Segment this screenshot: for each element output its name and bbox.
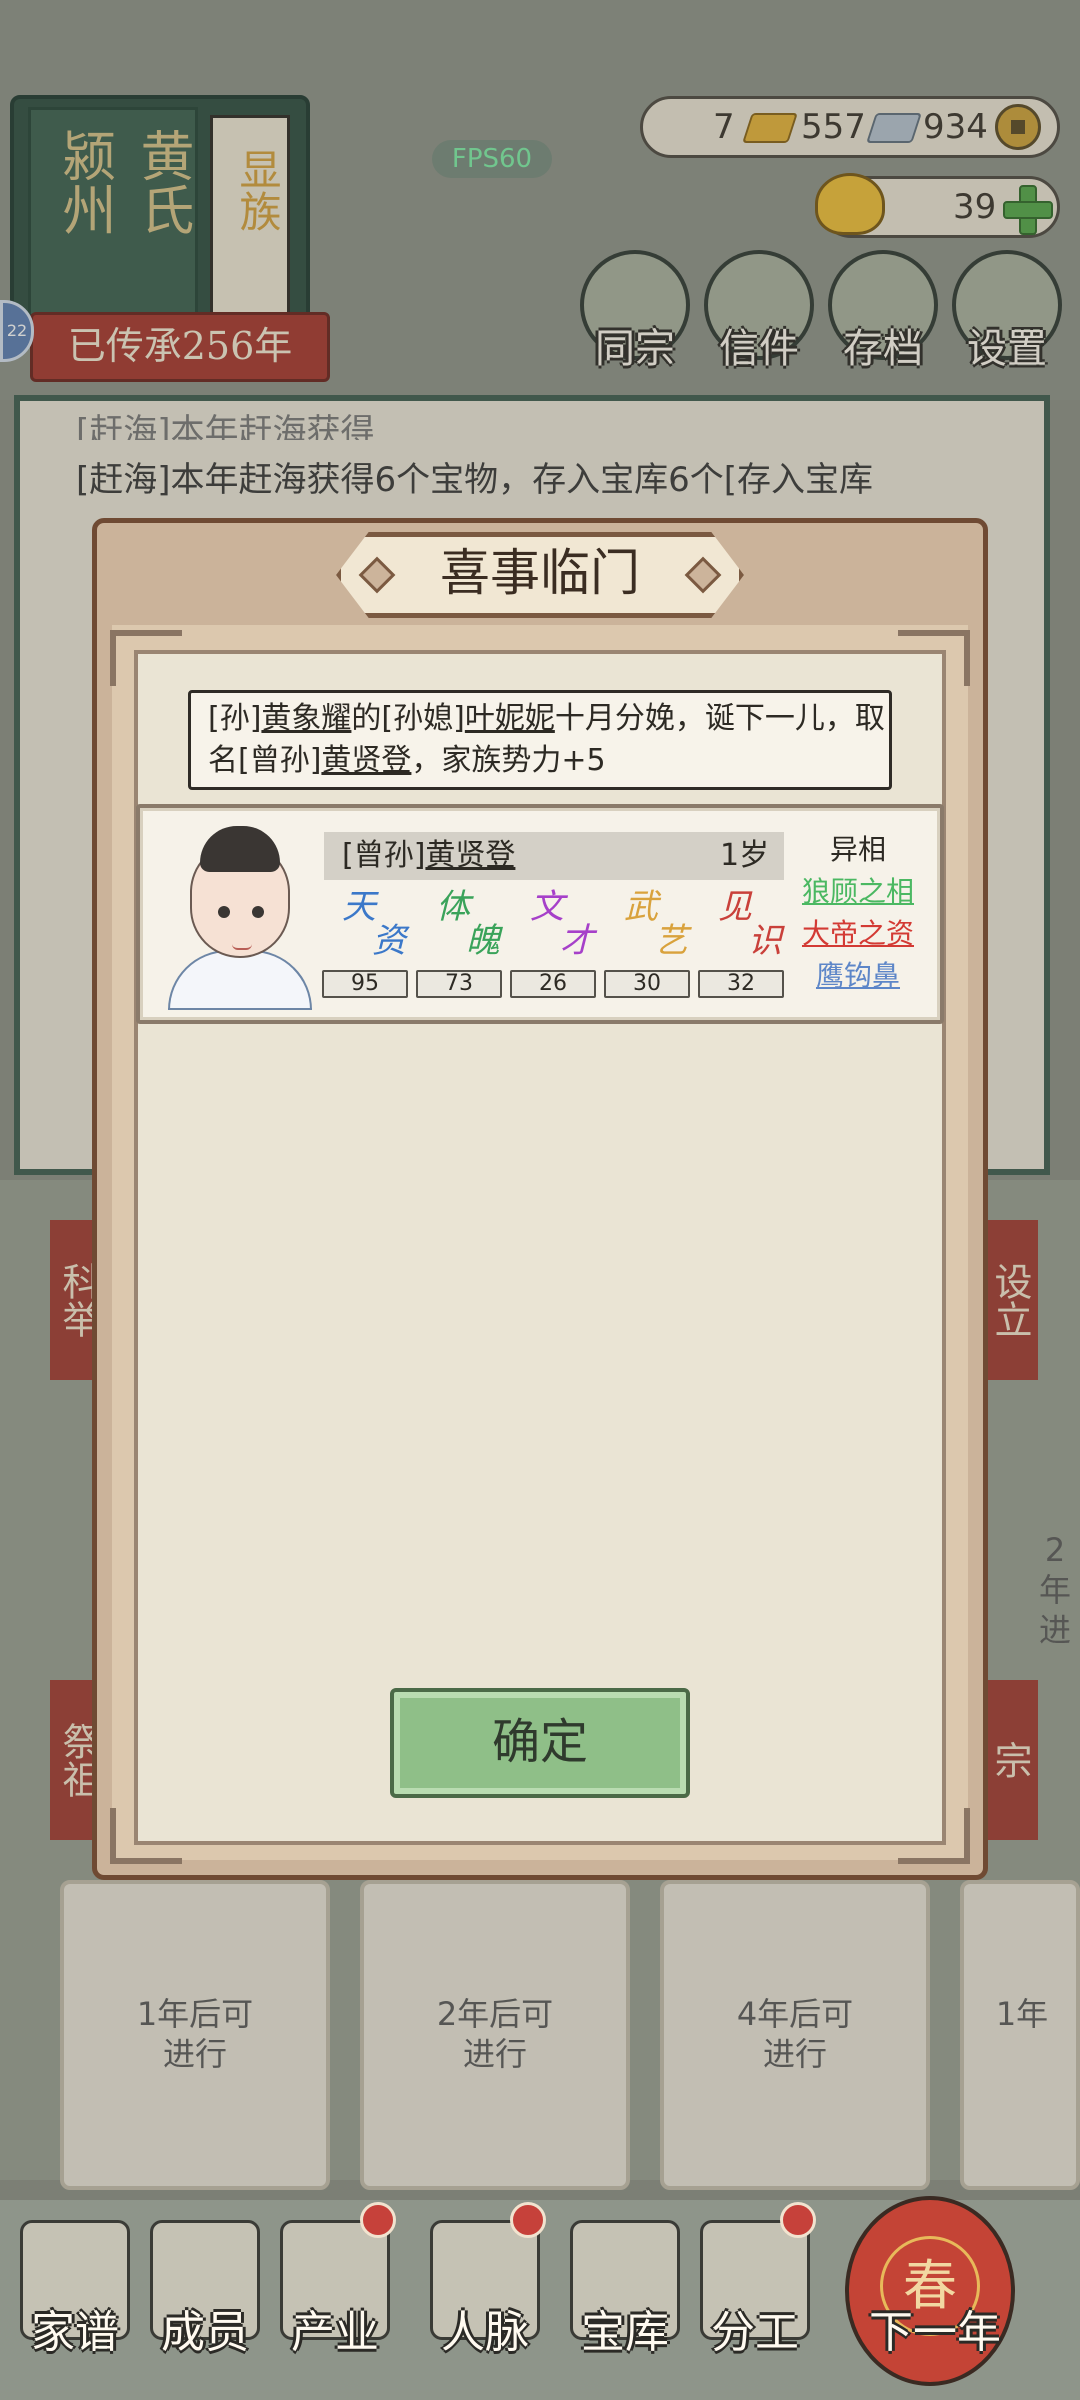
avatar-hair (200, 826, 280, 872)
attr-char: 识 (748, 921, 782, 961)
attr-char: 体 (436, 887, 470, 927)
attr-char: 天 (342, 887, 376, 927)
newborn-name: 黄贤登 (425, 838, 516, 873)
event-text-part: ，家族势力+5 (411, 743, 606, 778)
nav-treasury[interactable]: 宝库 (560, 2200, 690, 2400)
nav-label: 人脉 (441, 2307, 529, 2358)
nav-members[interactable]: 成员 (140, 2200, 270, 2400)
trait-item[interactable]: 鹰钩鼻 (790, 958, 926, 994)
attr-value-literary: 26 (510, 970, 596, 998)
traits-heading: 异相 (829, 833, 886, 866)
nav-label: 下一年 (869, 2307, 1001, 2358)
attr-value-martial: 30 (604, 970, 690, 998)
grandson-name[interactable]: 黄象耀 (261, 701, 351, 736)
frame-corner (110, 630, 182, 686)
frame-corner (110, 1808, 182, 1864)
confirm-button[interactable]: 确定 (390, 1688, 690, 1798)
newborn-title: [曾孙]黄贤登 (342, 834, 515, 878)
attr-label-martial: 武 艺 (610, 890, 700, 964)
nav-label: 宝库 (581, 2307, 669, 2358)
avatar-mouth (232, 944, 252, 950)
notification-dot (780, 2202, 816, 2238)
attr-value-talent: 95 (322, 970, 408, 998)
avatar-robe (168, 950, 312, 1010)
attr-label-physique: 体 魄 (422, 890, 512, 964)
frame-corner (898, 630, 970, 686)
attr-char: 见 (718, 887, 752, 927)
avatar-eye (218, 906, 230, 918)
newborn-avatar (168, 826, 312, 1010)
nav-next-year[interactable]: 下一年 (850, 2200, 1020, 2400)
nav-industry[interactable]: 产业 (270, 2200, 400, 2400)
trait-item[interactable]: 大帝之资 (790, 916, 926, 952)
attr-char: 文 (530, 887, 564, 927)
attr-label-literary: 文 才 (516, 890, 606, 964)
attr-char: 才 (560, 921, 594, 961)
attr-char: 魄 (466, 921, 500, 961)
notification-dot (510, 2202, 546, 2238)
newborn-age: 1岁 (720, 838, 770, 873)
nav-label: 分工 (711, 2307, 799, 2358)
nav-label: 产业 (291, 2307, 379, 2358)
newborn-name-link[interactable]: 黄贤登 (321, 743, 411, 778)
attr-label-insight: 见 识 (704, 890, 794, 964)
attr-value-insight: 32 (698, 970, 784, 998)
frame-corner (898, 1808, 970, 1864)
notification-dot (360, 2202, 396, 2238)
event-text-part: 的[孙媳] (351, 701, 465, 736)
attr-label-talent: 天 资 (328, 890, 418, 964)
avatar-eye (252, 906, 264, 918)
attr-char: 资 (372, 921, 406, 961)
modal-title: 喜事临门 (440, 544, 640, 602)
nav-network[interactable]: 人脉 (420, 2200, 550, 2400)
trait-item[interactable]: 狼顾之相 (790, 874, 926, 910)
nav-label: 家谱 (31, 2307, 119, 2358)
newborn-relation: [曾孙] (342, 838, 426, 873)
event-message: [孙]黄象耀的[孙媳]叶妮妮十月分娩，诞下一儿，取名[曾孙]黄贤登，家族势力+5 (208, 698, 888, 782)
event-text-part: [孙] (208, 701, 262, 736)
nav-genealogy[interactable]: 家谱 (10, 2200, 140, 2400)
attr-char: 艺 (654, 921, 688, 961)
attr-char: 武 (624, 887, 658, 927)
grandson-wife-name[interactable]: 叶妮妮 (465, 701, 555, 736)
nav-label: 成员 (161, 2307, 249, 2358)
attr-value-physique: 73 (416, 970, 502, 998)
nav-division[interactable]: 分工 (690, 2200, 820, 2400)
